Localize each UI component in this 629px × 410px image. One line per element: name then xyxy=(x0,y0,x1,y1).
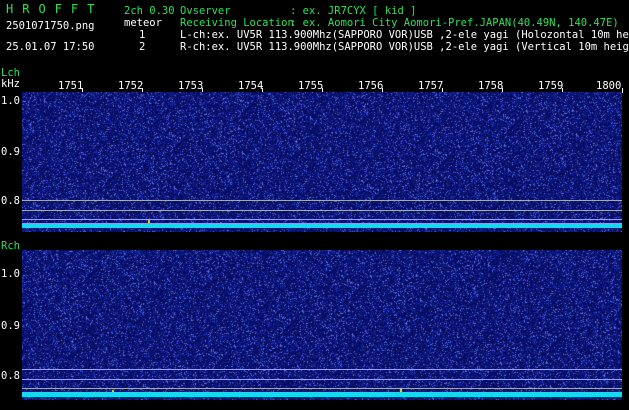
version-label: 2ch 0.30 xyxy=(124,5,175,17)
lch-reference-line xyxy=(22,200,622,201)
rch-info: R-ch:ex. UV5R 113.900Mhz(SAPPORO VOR)USB… xyxy=(180,41,629,53)
lch-reference-line xyxy=(22,219,622,220)
mode-label: meteor xyxy=(124,17,162,29)
time-tick-label: 1759 xyxy=(538,80,564,92)
time-tick-label: 1758 xyxy=(478,80,504,92)
lch-meteor-count: 1 xyxy=(139,29,146,41)
time-tick-mark xyxy=(622,88,623,93)
time-tick-label: 1757 xyxy=(418,80,444,92)
lch-spectrogram xyxy=(22,92,622,232)
app-brand: HROFFT xyxy=(6,2,104,16)
lch-info: L-ch:ex. UV5R 113.900Mhz(SAPPORO VOR)USB… xyxy=(180,29,629,41)
location-value: : ex. Aomori City Aomori-Pref.JAPAN(40.4… xyxy=(290,17,619,29)
rch-reference-line xyxy=(22,369,622,370)
rch-reference-line xyxy=(22,379,622,380)
rch-spectrogram xyxy=(22,250,622,400)
lch-reference-line xyxy=(22,210,622,211)
time-tick-label: 1753 xyxy=(178,80,204,92)
observer-value: : ex. JR7CYX [ kid ] xyxy=(290,5,417,17)
time-tick-label: 1752 xyxy=(118,80,144,92)
rch-y-tick-label: 0.8 xyxy=(1,370,20,382)
observer-label: Ovserver xyxy=(180,5,231,17)
time-tick-label: 1755 xyxy=(298,80,324,92)
time-tick-label: 1756 xyxy=(358,80,384,92)
lch-noise-floor xyxy=(22,223,622,228)
datetime-label: 25.01.07 17:50 xyxy=(6,41,95,53)
time-tick-label: 1754 xyxy=(238,80,264,92)
time-tick-label: 1800 xyxy=(596,80,622,92)
lch-y-tick-label: 0.9 xyxy=(1,146,20,158)
lch-y-tick-label: 1.0 xyxy=(1,95,20,107)
rch-y-tick-label: 1.0 xyxy=(1,268,20,280)
time-tick-label: 1751 xyxy=(58,80,84,92)
rch-meteor-count: 2 xyxy=(139,41,146,53)
rch-noise-floor xyxy=(22,392,622,397)
rch-y-tick-label: 0.9 xyxy=(1,320,20,332)
rch-reference-line xyxy=(22,388,622,389)
location-label: Receiving Location xyxy=(180,17,294,29)
rch-label: Rch xyxy=(1,240,20,252)
filename-label: 2501071750.png xyxy=(6,20,95,32)
lch-y-tick-label: 0.8 xyxy=(1,195,20,207)
khz-unit-label: kHz xyxy=(1,78,20,90)
